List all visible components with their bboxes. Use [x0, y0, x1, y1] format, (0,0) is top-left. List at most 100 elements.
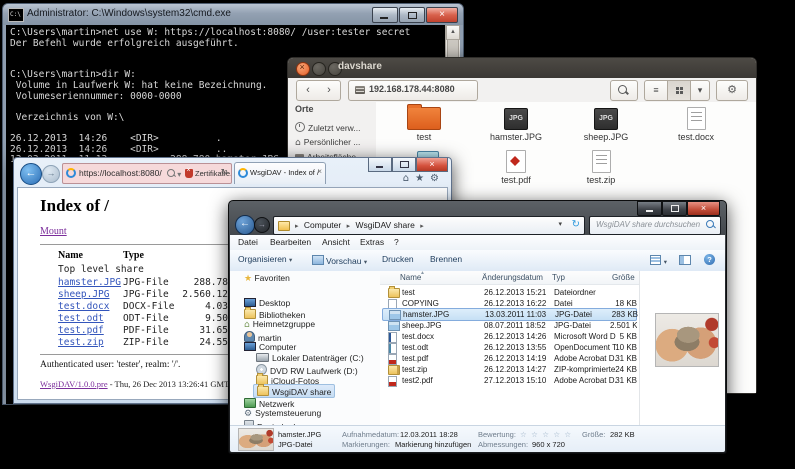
chevron-down-icon[interactable]: ▾ [558, 220, 562, 228]
file-link[interactable]: hamster.JPG [58, 277, 121, 288]
taken-value: 12.03.2011 18:28 [400, 430, 458, 439]
address-text: 192.168.178.44:8080 [369, 84, 455, 94]
rating-stars[interactable]: ☆ ☆ ☆ ☆ ☆ [520, 430, 572, 439]
back-button[interactable]: ‹ [296, 80, 320, 101]
file-link[interactable]: test.odt [58, 313, 104, 324]
sidebar-item-home[interactable]: ⌂Persönlicher ... [295, 137, 373, 148]
close-button[interactable]: × [416, 158, 448, 172]
pdf-file-icon [506, 150, 526, 173]
maximize-button[interactable] [399, 7, 425, 23]
url-text: https://localhost:8080/ [79, 168, 162, 178]
minimize-button[interactable] [312, 62, 326, 76]
close-button[interactable] [296, 62, 310, 76]
menu-bearbeiten[interactable]: Bearbeiten [270, 237, 311, 247]
refresh-icon[interactable]: ↻ [220, 168, 228, 178]
sidebar-item-drive-c[interactable]: Lokaler Datenträger (C:) [256, 352, 364, 363]
file-sheep-jpg[interactable]: JPG sheep.JPG [564, 104, 648, 142]
folder-icon [257, 386, 269, 396]
views-button[interactable]: ▾ [650, 254, 667, 266]
browser-tab[interactable]: WsgiDAV - Index of / × [234, 162, 326, 184]
browser-back-button[interactable] [20, 163, 42, 185]
navigation-pane: ★ Favoriten Desktop Bibliotheken ⌂Heimne… [230, 271, 380, 426]
explorer-window: × ▸ Computer ▸ WsgiDAV share ▸ ▾ ↻ WsgiD… [228, 200, 727, 454]
sidebar-item-systemsteuerung[interactable]: ⚙Systemsteuerung [244, 408, 321, 419]
search-box[interactable]: WsgiDAV share durchsuchen [589, 216, 721, 235]
home-icon[interactable]: ⌂ [403, 173, 415, 184]
breadcrumb-share[interactable]: WsgiDAV share [355, 220, 414, 230]
file-link[interactable]: test.docx [58, 301, 109, 312]
close-button[interactable]: × [426, 7, 458, 23]
library-icon [244, 309, 256, 319]
file-row-pdf[interactable]: test.pdf26.12.2013 14:19Adobe Acrobat D.… [382, 353, 637, 364]
browser-forward-button[interactable] [42, 165, 60, 183]
sidebar-item-computer[interactable]: Computer [244, 341, 296, 352]
jpg-file-icon: JPG [594, 108, 618, 130]
tab-close-icon[interactable]: × [317, 167, 322, 176]
print-button[interactable]: Drucken [382, 254, 414, 264]
address-bar[interactable]: ▸ Computer ▸ WsgiDAV share ▸ ▾ ↻ [273, 216, 585, 235]
grid-view-button[interactable] [668, 81, 691, 100]
preview-button[interactable]: Vorschau ▾ [312, 254, 367, 266]
refresh-icon[interactable]: ↻ [572, 219, 580, 230]
address-button[interactable]: 192.168.178.44:8080 [348, 80, 478, 101]
file-link[interactable]: test.zip [58, 337, 104, 348]
file-row-odt[interactable]: test.odt26.12.2013 13:55OpenDocument T..… [382, 342, 637, 353]
sidebar-item-favoriten[interactable]: ★ Favoriten [244, 273, 290, 284]
sidebar-item-heimnetzgruppe[interactable]: ⌂Heimnetzgruppe [244, 319, 315, 330]
sidebar-item-recent[interactable]: Zuletzt verw... [295, 121, 373, 133]
close-button[interactable]: × [687, 201, 720, 216]
gear-menu-button[interactable]: ⚙ [716, 80, 748, 101]
maximize-button[interactable] [662, 201, 687, 216]
nautilus-titlebar[interactable]: davshare [288, 58, 756, 78]
list-view-button[interactable]: ≡ [645, 81, 668, 100]
tools-gear-icon[interactable]: ⚙ [430, 173, 445, 184]
file-test-zip[interactable]: test.zip [559, 147, 643, 185]
favorites-star-icon[interactable]: ★ [415, 173, 430, 184]
file-link[interactable]: test.pdf [58, 325, 104, 336]
wsgidav-version-link[interactable]: WsgiDAV/1.0.0.pre [40, 379, 108, 389]
menu-extras[interactable]: Extras [360, 237, 384, 247]
column-type[interactable]: Typ [552, 273, 565, 282]
mount-link[interactable]: Mount [40, 226, 67, 237]
file-test-pdf[interactable]: test.pdf [474, 147, 558, 185]
minimize-button[interactable] [637, 201, 662, 216]
file-row-zip[interactable]: test.zip26.12.2013 14:27ZIP-komprimierte… [382, 364, 637, 375]
file-row-test2-pdf[interactable]: test2.pdf27.12.2013 15:10Adobe Acrobat D… [382, 375, 637, 386]
forward-button[interactable] [254, 217, 270, 233]
preview-pane-toggle[interactable] [679, 254, 691, 266]
maximize-button[interactable] [392, 158, 416, 172]
back-button[interactable] [235, 215, 255, 235]
organize-button[interactable]: Organisieren ▾ [238, 254, 292, 264]
file-test-docx[interactable]: test.docx [654, 104, 738, 142]
file-row-test[interactable]: test26.12.2013 15:21Dateiordner [382, 287, 637, 298]
view-options-chevron[interactable]: ▾ [691, 81, 709, 100]
help-button[interactable]: ? [704, 254, 715, 265]
scroll-up-icon[interactable]: ▲ [446, 25, 460, 40]
search-button[interactable] [610, 80, 638, 101]
size-label: Größe: [582, 430, 605, 439]
minimize-button[interactable] [368, 158, 392, 172]
breadcrumb-computer[interactable]: Computer [304, 220, 341, 230]
forward-button[interactable]: › [318, 80, 341, 101]
menu-help[interactable]: ? [394, 237, 399, 247]
star-icon: ★ [244, 274, 252, 284]
file-test-folder[interactable]: test [382, 104, 466, 142]
sidebar-item-wsgidav-share[interactable]: WsgiDAV share [253, 384, 335, 398]
menu-datei[interactable]: Datei [238, 237, 258, 247]
search-icon[interactable] [167, 169, 175, 177]
file-row-sheep[interactable]: sheep.JPG08.07.2011 18:52JPG-Datei2.501 … [382, 320, 637, 331]
burn-button[interactable]: Brennen [430, 254, 462, 264]
file-link[interactable]: sheep.JPG [58, 289, 109, 300]
ie-icon [238, 168, 248, 178]
cmd-titlebar[interactable]: Administrator: C:\Windows\system32\cmd.e… [3, 4, 463, 25]
column-name[interactable]: Name [400, 273, 421, 282]
certificate-error-icon[interactable] [185, 169, 193, 178]
file-row-docx[interactable]: test.docx26.12.2013 14:26Microsoft Word … [382, 331, 637, 342]
address-bar[interactable]: https://localhost:8080/ ▾ Zertifikatfe..… [62, 163, 232, 184]
menu-ansicht[interactable]: Ansicht [322, 237, 350, 247]
minimize-button[interactable] [372, 7, 398, 23]
column-date[interactable]: Änderungsdatum [482, 273, 543, 282]
column-size[interactable]: Größe [612, 273, 635, 282]
tags-value[interactable]: Markierung hinzufügen [395, 440, 471, 449]
file-hamster-jpg[interactable]: JPG hamster.JPG [474, 104, 558, 142]
